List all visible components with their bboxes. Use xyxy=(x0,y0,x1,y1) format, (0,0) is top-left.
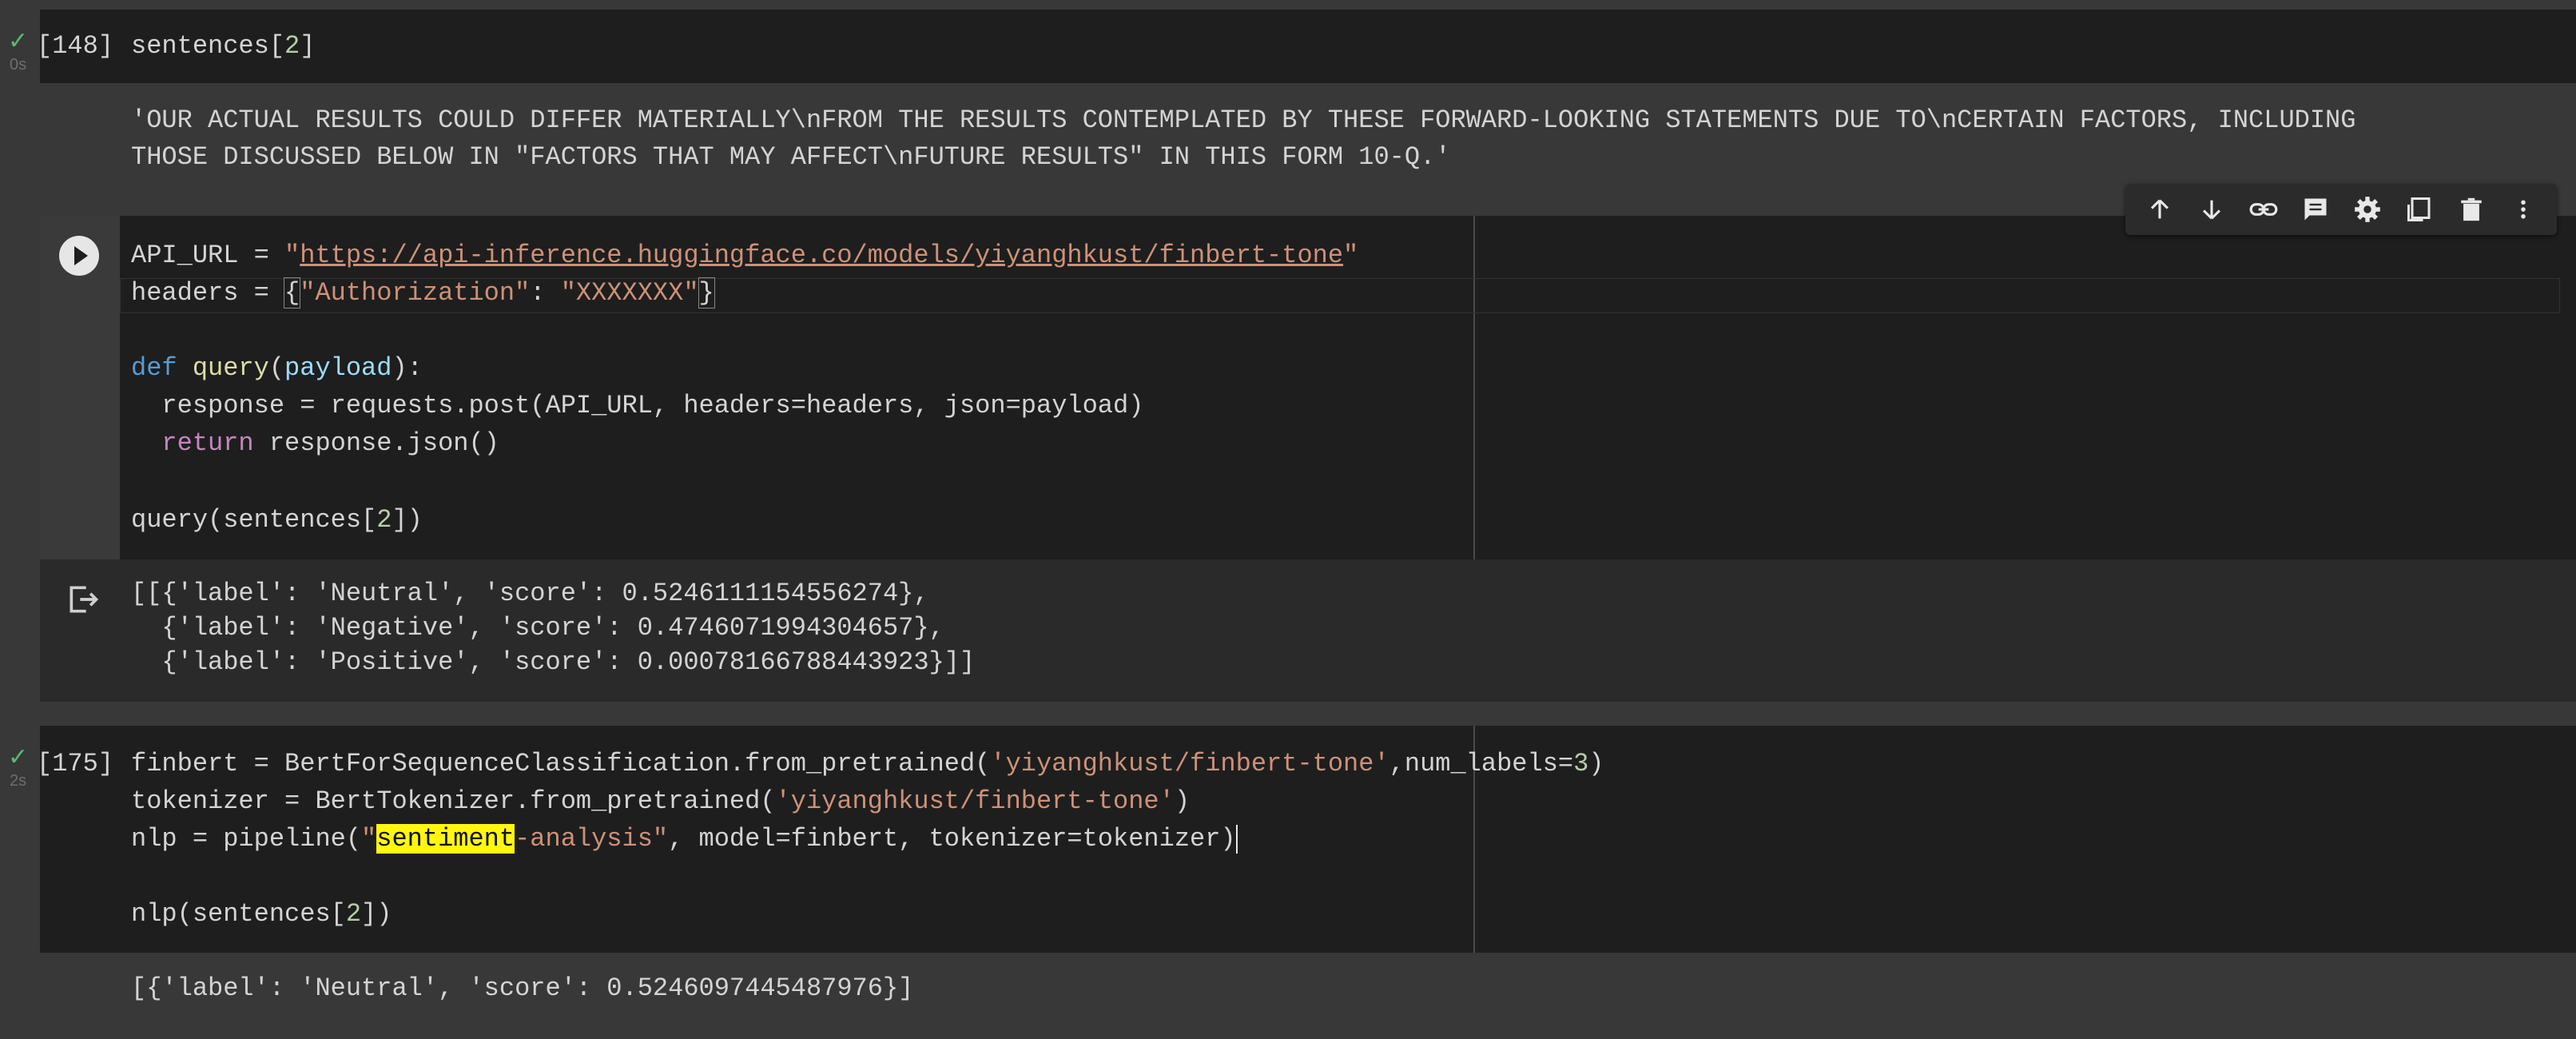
mirror-cell-icon[interactable] xyxy=(2400,190,2439,229)
code-line[interactable]: sentences[2] xyxy=(131,27,315,65)
code-line[interactable]: headers = {"Authorization": "XXXXXXX"} xyxy=(131,274,715,312)
run-cell-button[interactable] xyxy=(59,236,99,276)
settings-icon[interactable] xyxy=(2348,190,2387,229)
code-line[interactable]: response = requests.post(API_URL, header… xyxy=(131,387,1143,424)
output-line: 'OUR ACTUAL RESULTS COULD DIFFER MATERIA… xyxy=(131,105,2356,135)
code-cell-148[interactable] xyxy=(40,10,2576,83)
code-line[interactable]: nlp = pipeline("sentiment-analysis", mod… xyxy=(131,820,1238,858)
output-line: [{'label': 'Neutral', 'score': 0.5246097… xyxy=(131,973,914,1003)
code-line[interactable]: query(sentences[2]) xyxy=(131,501,423,539)
exec-count: [175] xyxy=(37,749,114,778)
text-cursor xyxy=(1235,824,1238,854)
code-line[interactable]: API_URL = "https://api-inference.hugging… xyxy=(131,237,1358,274)
output-line: {'label': 'Negative', 'score': 0.4746071… xyxy=(131,613,944,643)
comment-icon[interactable] xyxy=(2296,190,2335,229)
exec-time: 2s xyxy=(10,772,27,790)
arrow-down-icon[interactable] xyxy=(2192,190,2231,229)
code-line[interactable]: finbert = BertForSequenceClassification.… xyxy=(131,745,1604,782)
output-line: [[{'label': 'Neutral', 'score': 0.524611… xyxy=(131,579,929,608)
code-line[interactable]: tokenizer = BertTokenizer.from_pretraine… xyxy=(131,782,1190,820)
output-menu-icon[interactable] xyxy=(66,582,101,617)
arrow-up-icon[interactable] xyxy=(2141,190,2179,229)
code-line[interactable]: def query(payload): xyxy=(131,349,423,387)
url-link[interactable]: https://api-inference.huggingface.co/mod… xyxy=(300,241,1343,270)
ruler-line xyxy=(1473,216,1475,559)
cell-toolbar xyxy=(2125,184,2557,235)
link-icon[interactable] xyxy=(2244,190,2283,229)
output-line: THOSE DISCUSSED BELOW IN "FACTORS THAT M… xyxy=(131,142,1451,172)
code-line[interactable]: return response.json() xyxy=(131,424,499,462)
code-line[interactable]: nlp(sentences[2]) xyxy=(131,895,392,933)
delete-icon[interactable] xyxy=(2452,190,2491,229)
executed-check-icon: ✓ xyxy=(8,27,29,55)
exec-time: 0s xyxy=(10,56,27,74)
exec-count: [148] xyxy=(37,31,114,61)
search-highlight: sentiment xyxy=(376,824,515,854)
notebook: ✓ 0s [148] sentences[2] 'OUR ACTUAL RESU… xyxy=(0,0,2576,1039)
more-icon[interactable] xyxy=(2504,190,2542,229)
output-line: {'label': 'Positive', 'score': 0.0007816… xyxy=(131,647,976,677)
executed-check-icon: ✓ xyxy=(8,743,29,771)
